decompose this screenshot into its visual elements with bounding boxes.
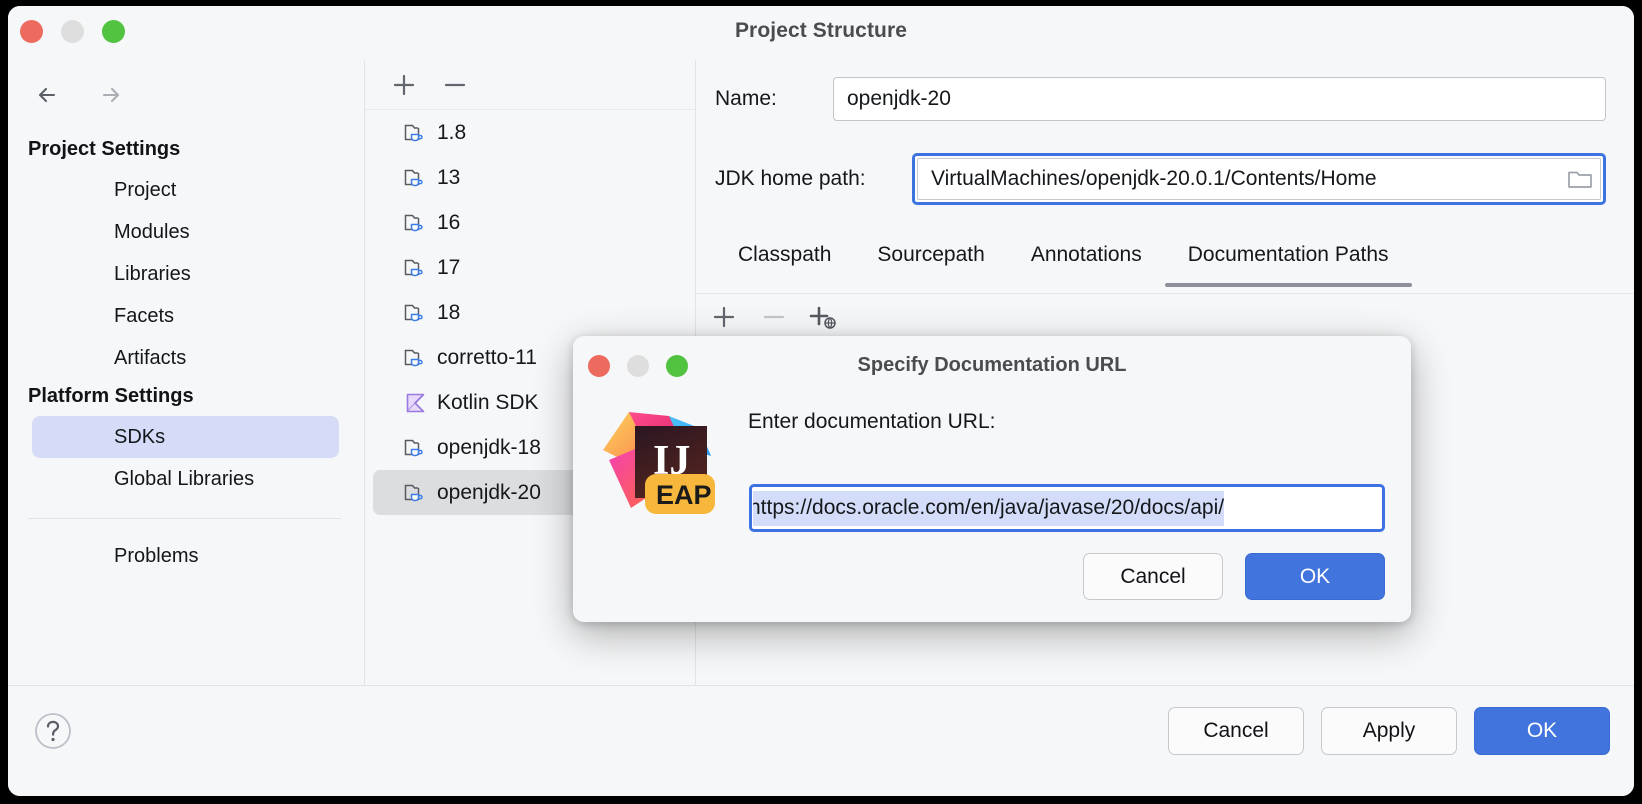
forward-arrow-icon[interactable] <box>94 78 128 112</box>
sidebar-item-project[interactable]: Project <box>32 169 339 211</box>
list-item-label: corretto-11 <box>437 346 537 370</box>
list-item-label: openjdk-20 <box>437 481 541 505</box>
documentation-url-value: https://docs.oracle.com/en/java/javase/2… <box>753 491 1224 526</box>
apply-button[interactable]: Apply <box>1321 707 1457 755</box>
list-item[interactable]: 1.8 <box>373 110 679 155</box>
list-item-label: openjdk-18 <box>437 436 541 460</box>
jdk-folder-icon <box>403 480 429 506</box>
jdk-folder-icon <box>403 435 429 461</box>
dialog-ok-button[interactable]: OK <box>1245 553 1385 600</box>
list-item[interactable]: 13 <box>373 155 679 200</box>
intellij-idea-eap-logo: IJ EAP <box>595 398 721 520</box>
folder-browse-icon[interactable] <box>1567 168 1593 190</box>
dialog-actions: Cancel OK <box>1083 553 1385 600</box>
list-item-label: 16 <box>437 211 460 235</box>
jdk-home-path-label: JDK home path: <box>715 167 866 191</box>
ok-button[interactable]: OK <box>1474 707 1610 755</box>
footer-actions: Cancel Apply OK <box>1168 707 1610 755</box>
remove-path-button <box>759 302 789 332</box>
sidebar-item-libraries[interactable]: Libraries <box>32 253 339 295</box>
tab-classpath[interactable]: Classpath <box>715 235 854 287</box>
jdk-folder-icon <box>403 165 429 191</box>
dialog-cancel-button[interactable]: Cancel <box>1083 553 1223 600</box>
list-item-label: 18 <box>437 301 460 325</box>
window-footer: Cancel Apply OK <box>8 685 1634 796</box>
jdk-home-path-value: VirtualMachines/openjdk-20.0.1/Contents/… <box>917 158 1601 200</box>
sidebar-group-platform-settings: Platform Settings <box>8 379 363 414</box>
documentation-paths-toolbar <box>695 294 1634 342</box>
name-row: Name: openjdk-20 <box>715 87 1610 111</box>
documentation-url-input[interactable]: https://docs.oracle.com/en/java/javase/2… <box>749 484 1385 532</box>
sidebar: Project Settings Project Modules Librari… <box>8 60 363 686</box>
sidebar-nav-list: Project Settings Project Modules Librari… <box>8 132 363 577</box>
sidebar-nav-arrows <box>32 78 128 112</box>
cancel-button[interactable]: Cancel <box>1168 707 1304 755</box>
dialog-titlebar: Specify Documentation URL <box>573 336 1411 394</box>
page-title: Project Structure <box>8 19 1634 43</box>
add-path-button[interactable] <box>709 302 739 332</box>
remove-sdk-button[interactable] <box>440 70 470 100</box>
sidebar-item-modules[interactable]: Modules <box>32 211 339 253</box>
list-item[interactable]: 16 <box>373 200 679 245</box>
jdk-home-path-input[interactable]: VirtualMachines/openjdk-20.0.1/Contents/… <box>912 153 1606 205</box>
kotlin-sdk-icon <box>403 390 429 416</box>
list-item-label: Kotlin SDK <box>437 391 539 415</box>
name-input-value: openjdk-20 <box>847 87 951 111</box>
window-titlebar: Project Structure <box>8 6 1634 60</box>
sidebar-divider <box>28 518 341 519</box>
specify-documentation-url-dialog: Specify Documentation URL <box>573 336 1411 622</box>
tab-annotations[interactable]: Annotations <box>1008 235 1165 287</box>
sidebar-item-global-libraries[interactable]: Global Libraries <box>32 458 339 500</box>
jdk-folder-icon <box>403 300 429 326</box>
jdk-home-path-row: JDK home path: VirtualMachines/openjdk-2… <box>715 167 1610 191</box>
list-item-label: 17 <box>437 256 460 280</box>
tab-sourcepath[interactable]: Sourcepath <box>854 235 1007 287</box>
list-item[interactable]: 17 <box>373 245 679 290</box>
add-documentation-url-button[interactable] <box>807 302 843 332</box>
dialog-title: Specify Documentation URL <box>573 354 1411 377</box>
name-input[interactable]: openjdk-20 <box>833 77 1606 121</box>
sidebar-item-problems[interactable]: Problems <box>32 535 339 577</box>
sidebar-item-facets[interactable]: Facets <box>32 295 339 337</box>
list-item[interactable]: 18 <box>373 290 679 335</box>
svg-text:EAP: EAP <box>656 480 712 510</box>
add-sdk-button[interactable] <box>389 70 419 100</box>
sidebar-group-project-settings: Project Settings <box>8 132 363 167</box>
tab-documentation-paths[interactable]: Documentation Paths <box>1165 235 1412 287</box>
jdk-folder-icon <box>403 120 429 146</box>
sidebar-item-artifacts[interactable]: Artifacts <box>32 337 339 379</box>
dialog-prompt-label: Enter documentation URL: <box>748 410 995 434</box>
list-item-label: 13 <box>437 166 460 190</box>
sdk-list-toolbar <box>365 60 695 110</box>
sidebar-item-sdks[interactable]: SDKs <box>32 416 339 458</box>
jdk-folder-icon <box>403 255 429 281</box>
screenshot-root: Project Structure Project Settings <box>0 0 1642 804</box>
name-label: Name: <box>715 87 777 111</box>
back-arrow-icon[interactable] <box>32 78 66 112</box>
jdk-folder-icon <box>403 345 429 371</box>
detail-tabs: Classpath Sourcepath Annotations Documen… <box>715 235 1634 295</box>
jdk-folder-icon <box>403 210 429 236</box>
list-item-label: 1.8 <box>437 121 466 145</box>
help-question-icon[interactable] <box>32 710 74 752</box>
